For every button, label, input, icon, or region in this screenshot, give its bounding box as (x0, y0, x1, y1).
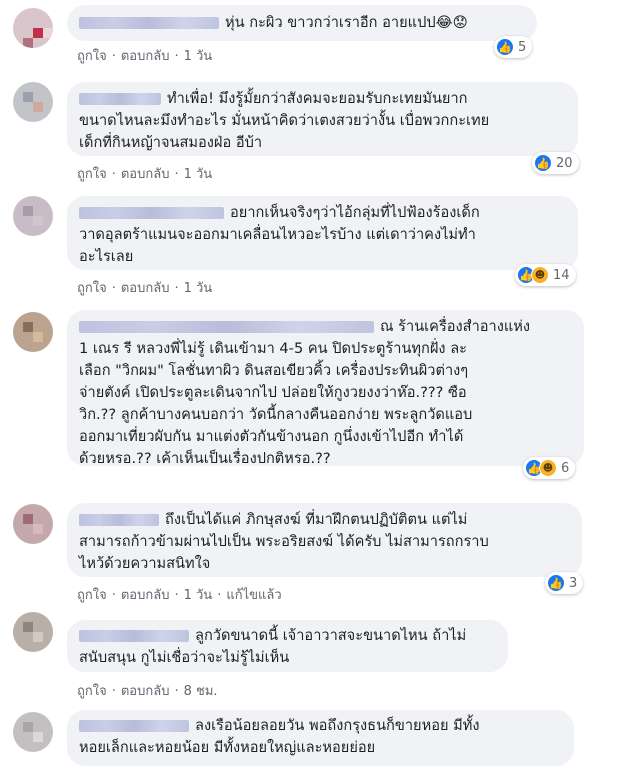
separator: · (174, 281, 179, 296)
commenter-name[interactable] (79, 17, 219, 29)
comment-text-line: ณ ร้านเครื่องสำอางแห่ง (380, 318, 531, 335)
commenter-name[interactable] (79, 93, 161, 105)
comment-text-line: ลูกวัดขนาดนี้ เจ้าอาวาสจะขนาดไหน ถ้าไม่ (195, 627, 467, 644)
timestamp[interactable]: 1 วัน (184, 49, 213, 64)
comment-text-line: หุ่น กะผิว ขาวกว่าเราอีก อายแปป😂😟 (225, 14, 468, 31)
comment-actions: ถูกใจ · ตอบกลับ · 8 ชม. (77, 680, 218, 701)
separator: · (174, 684, 179, 699)
reaction-summary[interactable]: 👍 3 (545, 572, 584, 594)
comment-actions: ถูกใจ · ตอบกลับ · 1 วัน (77, 45, 212, 66)
separator: · (111, 281, 116, 296)
comment-text-line: อยากเห็นจริงๆว่าไอ้กลุ่มที่ไปฟ้องร้องเด็… (230, 204, 480, 221)
commenter-name[interactable] (79, 720, 189, 732)
timestamp[interactable]: 1 วัน (184, 281, 213, 296)
comment-text-line: ทำเพื่อ! มึงรู้มั้ยกว่าสังคมจะยอมรับกะเท… (167, 90, 468, 107)
like-link[interactable]: ถูกใจ (77, 684, 107, 699)
haha-icon: ☻ (531, 266, 549, 284)
commenter-name[interactable] (79, 321, 374, 333)
comment-bubble: หุ่น กะผิว ขาวกว่าเราอีก อายแปป😂😟 (67, 5, 537, 41)
like-link[interactable]: ถูกใจ (77, 167, 107, 182)
comment-actions: ถูกใจ · ตอบกลับ · 1 วัน (77, 277, 212, 298)
comment-text-line: วิก.?? ลูกค้าบางคนบอกว่า วัดนี้กลางคืนออ… (79, 406, 473, 423)
like-icon: 👍 (547, 574, 565, 592)
reaction-count: 14 (553, 267, 570, 283)
comment-text-line: 1 เณร รี หลวงพี่ไม่รู้ เดินเข้ามา 4-5 คน… (79, 340, 467, 357)
separator: · (217, 588, 222, 603)
separator: · (174, 167, 179, 182)
comment-text-line: ไหว้ด้วยความสนิทใจ (79, 555, 211, 572)
timestamp[interactable]: 1 วัน (184, 167, 213, 182)
comment-actions: ถูกใจ · ตอบกลับ · 1 วัน (77, 163, 212, 184)
comment-text-line: สนับสนุน กูไม่เชื่อว่าจะไม่รู้ไม่เห็น (79, 649, 290, 666)
comment-bubble: ลงเรือน้อยลอยวัน พอถึงกรุงธนก็ขายหอย มีท… (67, 710, 574, 766)
timestamp[interactable]: 8 ชม. (184, 684, 218, 699)
avatar[interactable] (13, 8, 53, 48)
reaction-summary[interactable]: 👍 ☻ 14 (515, 264, 576, 286)
like-icon: 👍 (496, 38, 514, 56)
comment-bubble: ลูกวัดขนาดนี้ เจ้าอาวาสจะขนาดไหน ถ้าไม่ … (67, 620, 508, 672)
comment-text-line: ด้วยหรอ.?? เค้าเห็นเป็นเรื่องปกติหรอ.?? (79, 450, 331, 467)
reply-link[interactable]: ตอบกลับ (121, 167, 170, 182)
comment-text-line: ออกมาเที่ยวผับกัน มาแต่งตัวกันข้างนอก กู… (79, 428, 464, 445)
like-link[interactable]: ถูกใจ (77, 281, 107, 296)
reply-link[interactable]: ตอบกลับ (121, 588, 170, 603)
comment-bubble: ณ ร้านเครื่องสำอางแห่ง 1 เณร รี หลวงพี่ไ… (67, 310, 584, 467)
comment-bubble: ถึงเป็นได้แค่ ภิกษุสงฆ์ ที่มาฝึกตนปฏิบัต… (67, 503, 582, 577)
comment-text-line: ถึงเป็นได้แค่ ภิกษุสงฆ์ ที่มาฝึกตนปฏิบัต… (165, 511, 468, 528)
avatar[interactable] (13, 504, 53, 544)
edited-label[interactable]: แก้ไขแล้ว (226, 588, 281, 603)
separator: · (111, 588, 116, 603)
reaction-summary[interactable]: 👍 20 (532, 152, 579, 174)
reply-link[interactable]: ตอบกลับ (121, 684, 170, 699)
comment-bubble: ทำเพื่อ! มึงรู้มั้ยกว่าสังคมจะยอมรับกะเท… (67, 82, 578, 156)
commenter-name[interactable] (79, 514, 159, 526)
comment-text-line: อะไรเลย (79, 248, 134, 265)
reply-link[interactable]: ตอบกลับ (121, 281, 170, 296)
commenter-name[interactable] (79, 207, 224, 219)
comment-text-line: หอยเล็กและหอยน้อย มีทั้งหอยใหญ่และหอยย่อ… (79, 739, 376, 756)
reaction-count: 6 (561, 460, 570, 476)
comment-text-line: ขนาดไหนละมึงทำอะไร มั่นหน้าคิดว่าเตงสวยว… (79, 112, 490, 129)
comment-actions: ถูกใจ · ตอบกลับ · 1 วัน · แก้ไขแล้ว (77, 584, 282, 605)
separator: · (174, 49, 179, 64)
separator: · (174, 588, 179, 603)
comment-text-line: เลือก "วิกผม" โลชั่นทาผิว ดินสอเขียวคิ้ว… (79, 362, 469, 379)
separator: · (111, 167, 116, 182)
comment-bubble: อยากเห็นจริงๆว่าไอ้กลุ่มที่ไปฟ้องร้องเด็… (67, 196, 578, 270)
comment-text-line: จ่ายตังค์ เปิดประตูละเดินจากไป ปล่อยให้ก… (79, 384, 467, 401)
reaction-count: 5 (518, 39, 527, 55)
reaction-summary[interactable]: 👍 ☻ 6 (523, 457, 576, 479)
avatar[interactable] (13, 612, 53, 652)
avatar[interactable] (13, 712, 53, 752)
avatar[interactable] (13, 196, 53, 236)
reaction-summary[interactable]: 👍 5 (494, 36, 533, 58)
timestamp[interactable]: 1 วัน (184, 588, 213, 603)
like-link[interactable]: ถูกใจ (77, 49, 107, 64)
comment-text-line: สามารถก้าวข้ามผ่านไปเป็น พระอริยสงฆ์ ได้… (79, 533, 489, 550)
separator: · (111, 49, 116, 64)
reaction-count: 20 (556, 155, 573, 171)
avatar[interactable] (13, 312, 53, 352)
haha-icon: ☻ (539, 459, 557, 477)
like-link[interactable]: ถูกใจ (77, 588, 107, 603)
reply-link[interactable]: ตอบกลับ (121, 49, 170, 64)
avatar[interactable] (13, 82, 53, 122)
comment-text-line: ลงเรือน้อยลอยวัน พอถึงกรุงธนก็ขายหอย มีท… (195, 717, 480, 734)
reaction-count: 3 (569, 575, 578, 591)
like-icon: 👍 (534, 154, 552, 172)
comment-text-line: เด็กที่กินหญ้าจนสมองฝ่อ อีบ้า (79, 134, 263, 151)
commenter-name[interactable] (79, 630, 189, 642)
comment-text-line: วาดอุลตร้าแมนจะออกมาเคลื่อนไหวอะไรบ้าง แ… (79, 226, 476, 243)
separator: · (111, 684, 116, 699)
